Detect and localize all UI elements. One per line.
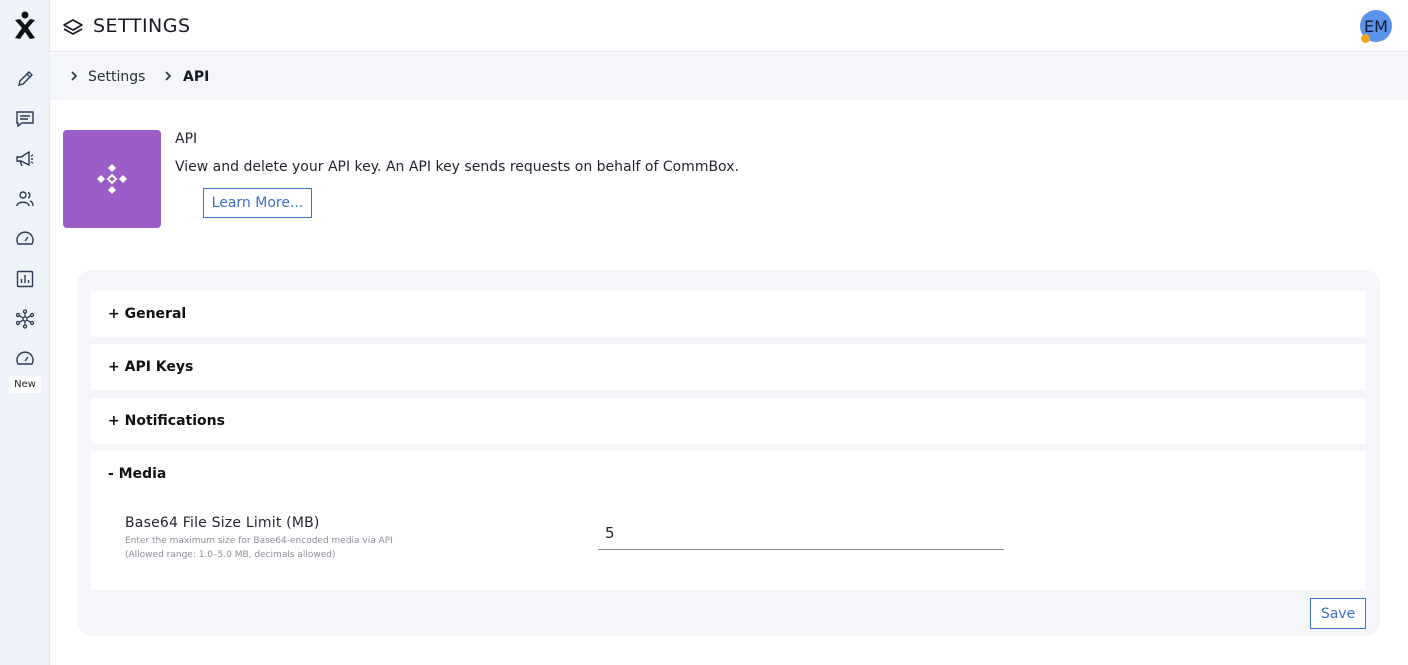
section-api-keys-header[interactable]: + API Keys — [108, 359, 193, 375]
sidebar-item-campaigns[interactable] — [0, 145, 50, 173]
chat-icon — [16, 111, 34, 128]
bar-chart-icon — [16, 270, 34, 288]
sidebar-item-conversations[interactable] — [0, 105, 50, 133]
api-description: View and delete your API key. An API key… — [175, 159, 739, 175]
settings-panel: + General + API Keys + Notifications - M… — [77, 270, 1380, 636]
breadcrumb: Settings API — [50, 53, 1408, 100]
base64-limit-label: Base64 File Size Limit (MB) — [125, 515, 320, 531]
section-media-header[interactable]: - Media — [108, 466, 166, 482]
network-icon — [15, 309, 35, 329]
new-badge: New — [9, 376, 41, 393]
chevron-right-icon — [165, 71, 172, 81]
pencil-icon — [18, 71, 33, 86]
sidebar: New — [0, 0, 50, 665]
base64-limit-input[interactable] — [598, 517, 1004, 550]
sidebar-item-dashboard[interactable] — [0, 225, 50, 253]
app-root: New SETTINGS EM Settings API API View an… — [0, 0, 1408, 665]
api-title: API — [175, 131, 198, 147]
base64-limit-range: (Allowed range: 1.0–5.0 MB, decimals all… — [125, 550, 336, 560]
page-title: SETTINGS — [93, 15, 191, 37]
sidebar-item-contacts[interactable] — [0, 185, 50, 213]
section-media: - Media Base64 File Size Limit (MB) Ente… — [91, 451, 1366, 590]
top-bar: SETTINGS EM — [50, 0, 1408, 52]
megaphone-icon — [16, 150, 34, 167]
user-avatar[interactable]: EM — [1360, 10, 1392, 43]
chevron-right-icon — [71, 71, 78, 81]
sidebar-item-new-feature[interactable] — [0, 345, 50, 373]
gauge-icon — [16, 231, 34, 245]
section-general[interactable]: + General — [91, 291, 1366, 337]
base64-limit-help: Enter the maximum size for Base64-encode… — [125, 536, 393, 546]
section-general-header[interactable]: + General — [108, 306, 186, 322]
section-api-keys[interactable]: + API Keys — [91, 344, 1366, 390]
breadcrumb-settings[interactable]: Settings — [88, 69, 145, 85]
api-tile — [63, 130, 161, 228]
sidebar-item-reports[interactable] — [0, 265, 50, 293]
learn-more-button[interactable]: Learn More... — [203, 188, 312, 218]
speedometer-icon — [16, 351, 34, 365]
sidebar-item-integrations[interactable] — [0, 305, 50, 333]
avatar-initials: EM — [1364, 16, 1388, 36]
save-button[interactable]: Save — [1310, 598, 1366, 629]
breadcrumb-api: API — [183, 69, 210, 85]
commbox-logo-icon[interactable] — [12, 9, 38, 41]
section-notifications-header[interactable]: + Notifications — [108, 413, 225, 429]
status-dot — [1361, 34, 1370, 43]
api-diamond-icon — [97, 164, 127, 194]
layers-icon — [63, 19, 83, 35]
sidebar-item-compose[interactable] — [0, 65, 50, 93]
users-icon — [16, 191, 34, 207]
section-notifications[interactable]: + Notifications — [91, 398, 1366, 444]
